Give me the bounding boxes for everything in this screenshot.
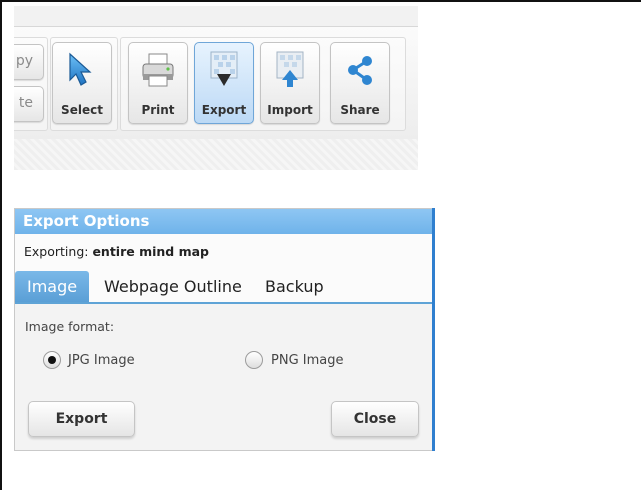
share-icon (348, 56, 372, 85)
cursor-arrow-icon (69, 52, 92, 86)
paste-label: te (18, 95, 33, 111)
document-top-border (0, 0, 641, 2)
printer-icon (142, 53, 174, 87)
radio-selected-dot (48, 356, 56, 364)
export-icon (210, 51, 238, 86)
export-options-dialog: Export Options Exporting: entire mind ma… (14, 208, 434, 451)
jpg-label[interactable]: JPG Image (68, 353, 135, 368)
copy-label: py (15, 53, 33, 69)
png-label[interactable]: PNG Image (271, 353, 343, 368)
tab-backup[interactable]: Backup (265, 271, 324, 302)
exporting-value: entire mind map (92, 244, 209, 259)
select-label: Select (61, 103, 103, 117)
export-tabs: Image Webpage Outline Backup (15, 271, 433, 304)
image-tab-panel: Image format: JPG Image PNG Image Export… (15, 304, 433, 450)
dialog-right-edge (432, 208, 435, 451)
document-left-border (0, 0, 2, 490)
toolbar: py te Select Print Export Import Share (14, 6, 418, 170)
exporting-line: Exporting: entire mind map (24, 244, 209, 259)
tab-webpage-outline[interactable]: Webpage Outline (104, 271, 242, 302)
jpg-radio[interactable] (43, 351, 61, 369)
close-button[interactable]: Close (331, 401, 419, 437)
paste-button[interactable]: te (14, 86, 44, 122)
copy-button[interactable]: py (14, 44, 44, 80)
print-label: Print (141, 103, 175, 117)
print-button[interactable]: Print (128, 42, 188, 124)
export-toolbar-button[interactable]: Export (194, 42, 254, 124)
exporting-prefix: Exporting: (24, 244, 89, 259)
dialog-title: Export Options (15, 209, 433, 234)
export-button[interactable]: Export (28, 401, 135, 437)
select-button[interactable]: Select (52, 42, 112, 124)
import-label: Import (267, 103, 313, 117)
tab-image[interactable]: Image (15, 271, 90, 302)
image-format-label: Image format: (25, 319, 115, 334)
import-button[interactable]: Import (260, 42, 320, 124)
import-icon (276, 51, 304, 87)
share-label: Share (340, 103, 380, 117)
png-radio[interactable] (245, 351, 263, 369)
toolbar-shadow-strip (14, 139, 418, 170)
share-button[interactable]: Share (330, 42, 390, 124)
export-toolbar-label: Export (201, 103, 247, 117)
